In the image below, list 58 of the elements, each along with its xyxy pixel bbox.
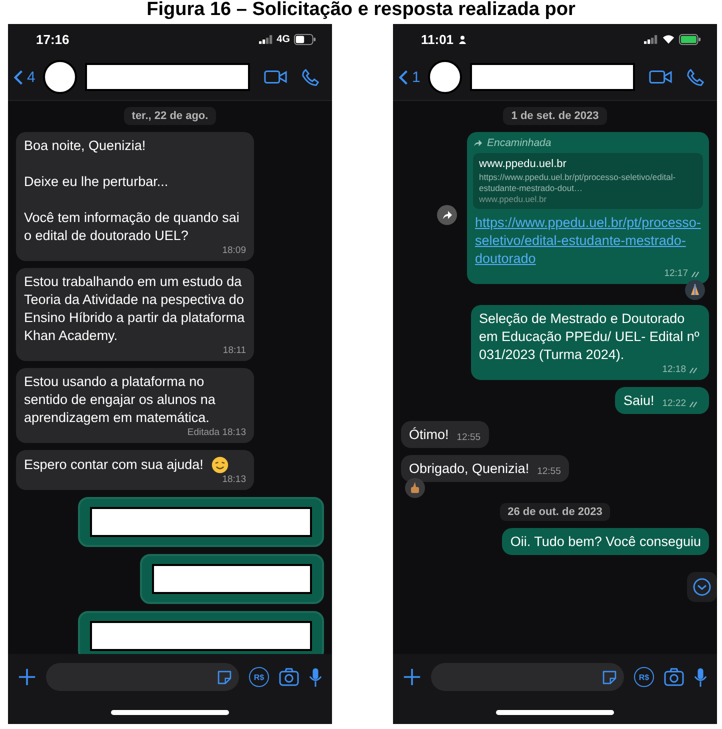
message-text: Boa noite, Quenizia! Deixe eu lhe perturbar... Você tem informação de quando sai o edital de doutorado UEL? xyxy=(24,137,240,245)
network-label: 4G xyxy=(276,34,290,44)
avatar-circle xyxy=(43,60,78,94)
message-text: Oii. Tudo bem? Você conseguiu xyxy=(510,533,701,551)
message-time: 12:17 xyxy=(664,268,688,280)
message-link[interactable]: https://www.ppedu.uel.br/pt/processo-seletivo/edital-estudante-mestrado-doutorado xyxy=(473,209,703,268)
scroll-down-button-icon[interactable] xyxy=(687,572,717,602)
sticker-icon[interactable] xyxy=(216,668,233,686)
message-text: Saiu! xyxy=(623,392,654,410)
signal-icon xyxy=(644,34,658,44)
message-time: 18:13 xyxy=(222,474,246,486)
back-button[interactable]: 4 xyxy=(14,68,36,86)
message-text: Estou usando a plataforma no sentido de engajar os alunos na aprendizagem em matemática. xyxy=(24,373,216,427)
forward-button-icon[interactable] xyxy=(437,205,457,225)
status-time: 11:01 xyxy=(421,32,454,46)
payment-button[interactable]: R$ xyxy=(249,667,269,687)
preview-title: www.ppedu.uel.br xyxy=(479,158,568,170)
phone-call-icon[interactable] xyxy=(686,68,705,86)
message-time: 12:22 xyxy=(662,398,686,410)
date-separator: 1 de set. de 2023 xyxy=(503,107,607,125)
link-preview-card[interactable]: www.ppedu.uel.br https://www.ppedu.uel.br/pt/processo-seletivo/edital-estudante-mestrado-dout… www.ppedu.uel.br xyxy=(473,153,703,209)
camera-icon[interactable] xyxy=(664,668,684,686)
preview-description: https://www.ppedu.uel.br/pt/processo-seletivo/edital-estudante-mestrado-dout… xyxy=(479,172,677,194)
message-text: Espero contar com sua ajuda! xyxy=(24,456,204,474)
camera-icon[interactable] xyxy=(279,668,299,686)
sticker-icon[interactable] xyxy=(601,668,618,686)
message-time: 18:11 xyxy=(222,345,246,357)
date-separator: ter., 22 de ago. xyxy=(124,107,216,125)
message-time: 12:18 xyxy=(662,364,686,376)
message-text: Estou trabalhando em um estudo da Teoria da Atividade na pespectiva do Ensino Híbrido a partir da plataforma Khan Academy. xyxy=(24,273,246,345)
message-text: Obrigado, Quenizia! xyxy=(409,460,530,478)
payment-button[interactable]: R$ xyxy=(634,667,654,687)
chevron-left-icon[interactable] xyxy=(14,70,23,84)
message-time: 12:55 xyxy=(456,432,481,444)
plus-icon[interactable] xyxy=(18,668,36,686)
status-time: 17:16 xyxy=(36,32,70,46)
video-call-icon[interactable] xyxy=(649,69,672,85)
message-time: 12:55 xyxy=(537,466,561,478)
figure-caption: Figura 16 – Solicitação e resposta realizada por xyxy=(146,0,576,20)
back-button[interactable]: 1 xyxy=(399,68,420,86)
message-input-field[interactable] xyxy=(46,663,239,691)
message-time: Editada 18:13 xyxy=(187,427,246,439)
video-call-icon[interactable] xyxy=(264,69,287,85)
microphone-icon[interactable] xyxy=(309,666,322,688)
phone-call-icon[interactable] xyxy=(301,68,320,86)
forwarded-label: Encaminhada xyxy=(487,137,552,149)
message-time: 18:09 xyxy=(222,245,246,257)
message-text: Ótimo! xyxy=(409,426,449,444)
microphone-icon[interactable] xyxy=(694,666,707,688)
chevron-left-icon[interactable] xyxy=(399,70,408,84)
date-separator: 26 de out. de 2023 xyxy=(500,503,610,521)
plus-icon[interactable] xyxy=(403,668,421,686)
forward-arrow-icon xyxy=(473,139,483,147)
message-text: Seleção de Mestrado e Doutorado em Educação PPEdu/ UEL- Edital nº 031/2023 (Turma 2024). xyxy=(479,310,700,364)
preview-domain: www.ppedu.uel.br xyxy=(479,194,548,204)
message-input-field[interactable] xyxy=(431,663,624,691)
avatar-circle xyxy=(428,60,462,94)
signal-icon xyxy=(258,34,273,44)
